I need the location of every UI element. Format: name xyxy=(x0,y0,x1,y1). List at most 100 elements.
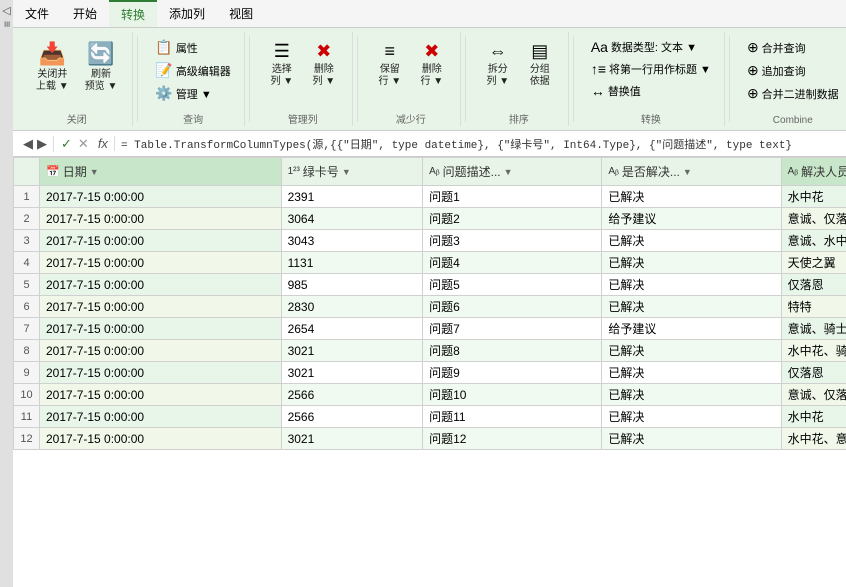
table-row: 52017-7-15 0:00:00985问题5已解决仅落恩 xyxy=(14,274,846,296)
cell-resolver: 意诚、水中花 xyxy=(781,230,846,252)
group-label-transform: 转换 xyxy=(641,109,661,126)
tab-start[interactable]: 开始 xyxy=(61,0,109,27)
delete-col-button[interactable]: ✖ 删除列 ▼ xyxy=(304,36,344,93)
delete-row-icon: ✖ xyxy=(424,41,439,62)
datatype-icon: Aa xyxy=(591,39,608,55)
close-upload-button[interactable]: 📥 关闭并上载 ▼ xyxy=(29,36,76,98)
date-filter-icon[interactable]: ▼ xyxy=(90,167,99,177)
col-header-date[interactable]: 📅 日期 ▼ xyxy=(40,158,282,186)
row-number: 5 xyxy=(14,274,40,296)
ribbon-group-close: 📥 关闭并上载 ▼ 🔄 刷新预览 ▼ 关闭 xyxy=(21,32,133,126)
cell-issue: 问题4 xyxy=(423,252,602,274)
close-upload-label: 关闭并上载 ▼ xyxy=(36,69,69,93)
cell-resolver: 特特 xyxy=(781,296,846,318)
tab-add-col[interactable]: 添加列 xyxy=(157,0,217,27)
nav-left-icon[interactable]: ◀ xyxy=(23,136,33,152)
group-label-query: 查询 xyxy=(183,109,203,126)
tab-view[interactable]: 视图 xyxy=(217,0,265,27)
merge-icon: ⊕ xyxy=(747,39,759,56)
split-col-button[interactable]: ⇔ 拆分列 ▼ xyxy=(478,36,518,93)
refresh-preview-button[interactable]: 🔄 刷新预览 ▼ xyxy=(78,36,125,98)
nav-right-icon[interactable]: ▶ xyxy=(37,136,47,152)
firstrow-icon: ↑≡ xyxy=(591,61,606,77)
properties-label: 属性 xyxy=(176,40,198,56)
issue-filter-icon[interactable]: ▼ xyxy=(504,167,513,177)
row-number: 10 xyxy=(14,384,40,406)
col-header-resolved[interactable]: Aᵦ 是否解决... ▼ xyxy=(602,158,781,186)
table-row: 92017-7-15 0:00:003021问题9已解决仅落恩 xyxy=(14,362,846,384)
datatype-button[interactable]: Aa 数据类型: 文本 ▼ xyxy=(586,36,716,58)
group-by-label: 分组依据 xyxy=(530,64,550,88)
select-col-label: 选择列 ▼ xyxy=(270,64,293,88)
replace-value-button[interactable]: ↔ 替换值 xyxy=(586,80,716,102)
cell-card: 2566 xyxy=(281,384,423,406)
formula-cross-icon[interactable]: ✕ xyxy=(75,136,92,152)
formula-check-icon[interactable]: ✓ xyxy=(58,136,75,152)
cell-card: 2654 xyxy=(281,318,423,340)
row-number: 2 xyxy=(14,208,40,230)
table-row: 112017-7-15 0:00:002566问题11已解决水中花 xyxy=(14,406,846,428)
cell-date: 2017-7-15 0:00:00 xyxy=(40,252,282,274)
cell-card: 3021 xyxy=(281,362,423,384)
col-header-card[interactable]: 1²³ 绿卡号 ▼ xyxy=(281,158,423,186)
formula-bar: ◀ ▶ ✓ ✕ fx = Table.TransformColumnTypes(… xyxy=(13,131,846,157)
cell-card: 3043 xyxy=(281,230,423,252)
manage-button[interactable]: ⚙️ 管理 ▼ xyxy=(150,82,235,105)
tab-transform[interactable]: 转换 xyxy=(109,0,157,27)
resolved-filter-icon[interactable]: ▼ xyxy=(683,167,692,177)
sidebar-icon-1[interactable]: ◁ xyxy=(0,4,13,17)
cell-issue: 问题7 xyxy=(423,318,602,340)
col-header-issue[interactable]: Aᵦ 问题描述... ▼ xyxy=(423,158,602,186)
row-number: 6 xyxy=(14,296,40,318)
table-row: 42017-7-15 0:00:001131问题4已解决天使之翼 xyxy=(14,252,846,274)
card-filter-icon[interactable]: ▼ xyxy=(342,167,351,177)
resolved-col-label: 是否解决... xyxy=(622,163,680,180)
row-number: 12 xyxy=(14,428,40,450)
group-label-combine: Combine xyxy=(773,113,813,126)
cell-resolved: 已解决 xyxy=(602,428,781,450)
table-row: 22017-7-15 0:00:003064问题2给予建议意诚、仅落恩 xyxy=(14,208,846,230)
row-number: 8 xyxy=(14,340,40,362)
cell-resolver: 仅落恩 xyxy=(781,274,846,296)
resolved-type-icon: Aᵦ xyxy=(608,166,619,177)
cell-card: 3064 xyxy=(281,208,423,230)
properties-button[interactable]: 📋 属性 xyxy=(150,36,235,59)
append-icon: ⊕ xyxy=(747,62,759,79)
group-label-sort: 排序 xyxy=(509,109,529,126)
combine-binary-label: 合并二进制数据 xyxy=(762,86,839,102)
col-header-resolver[interactable]: Aᵦ 解决人员 ▼ xyxy=(781,158,846,186)
keep-row-button[interactable]: ≡ 保留行 ▼ xyxy=(370,36,410,93)
cell-resolver: 仅落恩 xyxy=(781,362,846,384)
merge-query-button[interactable]: ⊕ 合并查询 xyxy=(742,36,844,59)
firstrow-header-button[interactable]: ↑≡ 将第一行用作标题 ▼ xyxy=(586,58,716,80)
delete-row-button[interactable]: ✖ 删除行 ▼ xyxy=(412,36,452,93)
advanced-editor-button[interactable]: 📝 高级编辑器 xyxy=(150,59,235,82)
table-row: 62017-7-15 0:00:002830问题6已解决特特 xyxy=(14,296,846,318)
group-label-reduce-row: 减少行 xyxy=(396,109,426,126)
keep-row-icon: ≡ xyxy=(385,41,396,62)
combine-binary-button[interactable]: ⊕ 合并二进制数据 xyxy=(742,82,844,105)
table-row: 32017-7-15 0:00:003043问题3已解决意诚、水中花 xyxy=(14,230,846,252)
tab-file[interactable]: 文件 xyxy=(13,0,61,27)
cell-issue: 问题10 xyxy=(423,384,602,406)
replace-icon: ↔ xyxy=(591,83,605,99)
append-query-button[interactable]: ⊕ 追加查询 xyxy=(742,59,844,82)
cell-resolved: 给予建议 xyxy=(602,208,781,230)
row-number: 9 xyxy=(14,362,40,384)
date-type-icon: 📅 xyxy=(46,165,60,178)
row-number: 3 xyxy=(14,230,40,252)
table-row: 82017-7-15 0:00:003021问题8已解决水中花、骑士 xyxy=(14,340,846,362)
firstrow-label: 将第一行用作标题 ▼ xyxy=(609,61,711,77)
keep-row-label: 保留行 ▼ xyxy=(378,64,401,88)
sidebar-icon-2[interactable]: ≡ xyxy=(1,21,13,27)
issue-type-icon: Aᵦ xyxy=(429,166,440,177)
formula-text: = Table.TransformColumnTypes(源,{{"日期", t… xyxy=(115,136,846,152)
properties-icon: 📋 xyxy=(155,39,172,56)
cell-resolved: 已解决 xyxy=(602,252,781,274)
table-row: 72017-7-15 0:00:002654问题7给予建议意诚、骑士 xyxy=(14,318,846,340)
date-col-label: 日期 xyxy=(63,163,87,180)
cell-resolver: 意诚、骑士 xyxy=(781,318,846,340)
row-number: 4 xyxy=(14,252,40,274)
select-col-button[interactable]: ☰ 选择列 ▼ xyxy=(262,36,302,93)
group-by-button[interactable]: ▤ 分组依据 xyxy=(520,36,560,93)
